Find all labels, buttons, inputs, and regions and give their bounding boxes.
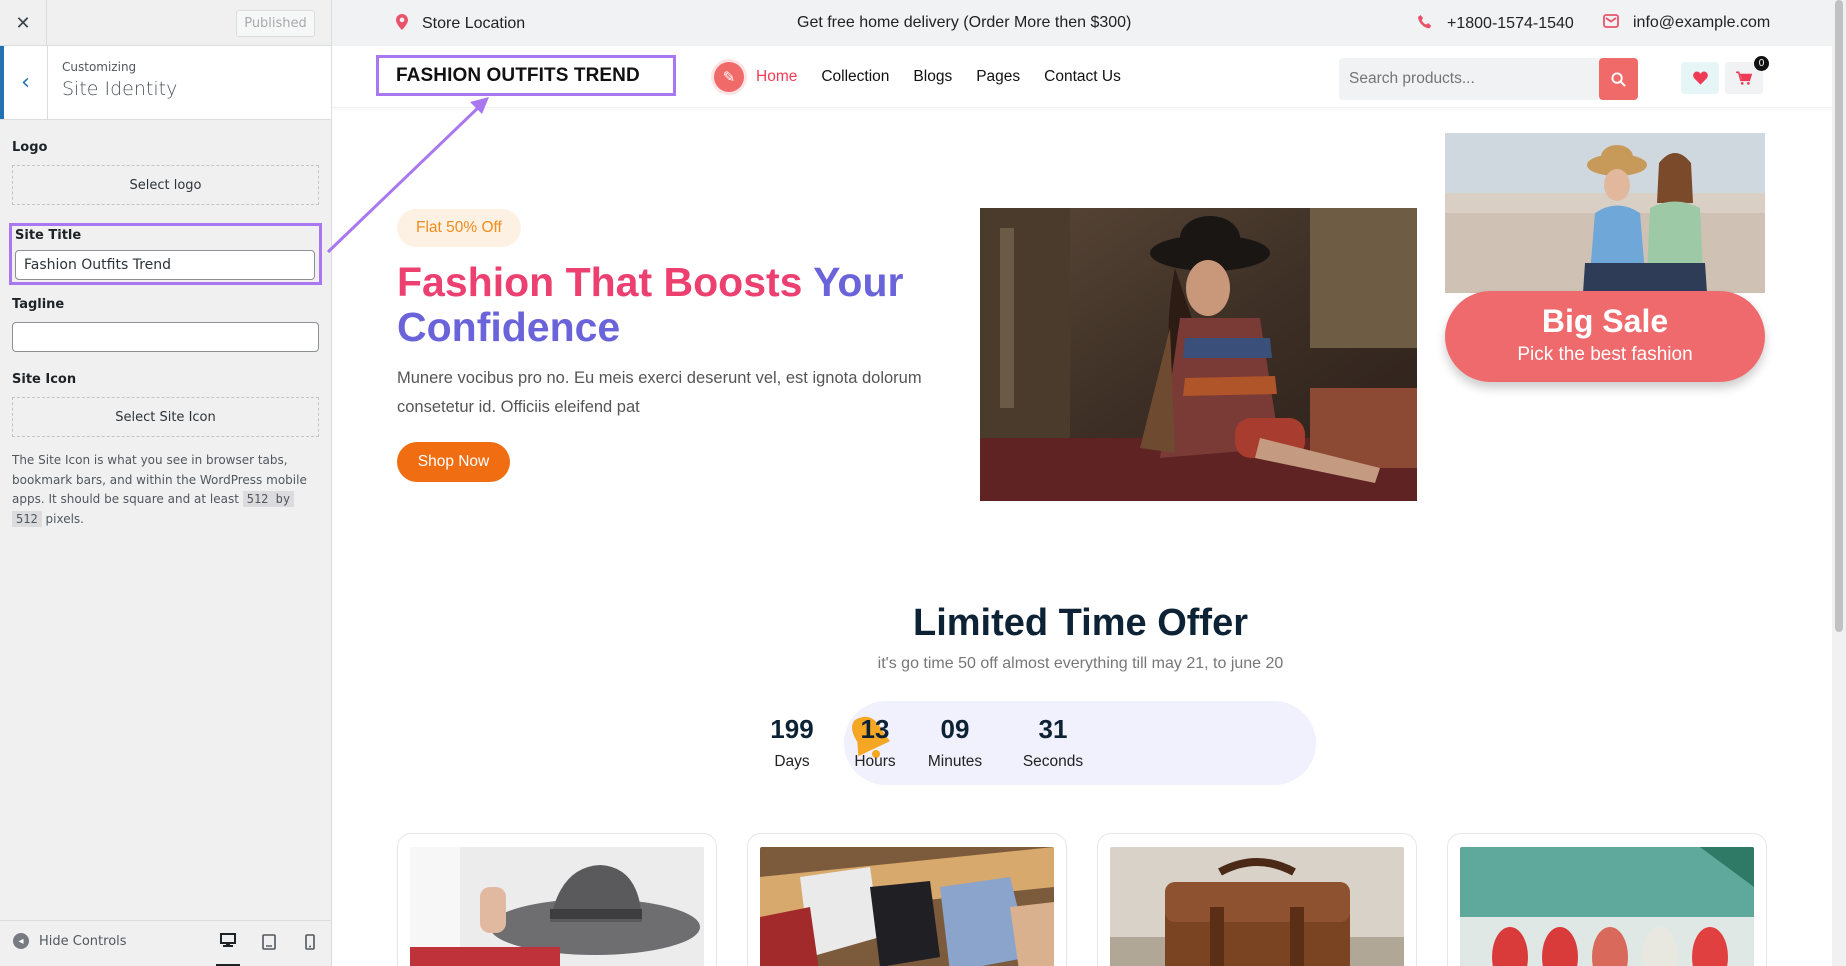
nav-contact[interactable]: Contact Us [1044,68,1121,86]
countdown-seconds-value: 31 [1038,714,1068,744]
site-title-input[interactable] [15,250,315,280]
close-icon[interactable]: ✕ [0,0,47,46]
top-bar: Store Location Get free home delivery (O… [332,0,1846,46]
big-sale-banner[interactable]: Big Sale Pick the best fashion [1445,291,1765,382]
pencil-edit-icon[interactable]: ✎ [714,62,744,92]
nav-blogs[interactable]: Blogs [913,68,952,86]
main-header: FASHION OUTFITS TREND ✎ Home Collection … [332,46,1846,108]
collapse-icon: ◂ [13,933,29,949]
cart-icon [1736,70,1752,85]
site-title-highlight: Site Title [9,223,322,285]
select-site-icon-button[interactable]: Select Site Icon [12,397,319,437]
scrollbar-thumb[interactable] [1835,0,1843,632]
site-icon-desc-code: 512 by [242,491,295,507]
section-title: Site Identity [62,78,178,100]
nav-pages[interactable]: Pages [976,68,1020,86]
product-image [1110,847,1404,966]
site-icon-label: Site Icon [12,372,77,387]
customizer-header: ✕ Published [0,0,331,46]
discount-badge: Flat 50% Off [397,209,521,247]
nav-home[interactable]: Home [756,68,797,86]
countdown-minutes-value: 09 [940,714,970,744]
hero-heading-pink: Fashion That Boosts [397,259,803,305]
countdown-seconds: 31 Seconds [1013,714,1093,771]
site-title-label: Site Title [15,228,82,243]
countdown-hours-label: Hours [854,753,896,770]
countdown-days: 199 Days [752,714,832,771]
countdown-hours-value: 13 [860,714,890,744]
nav-collection[interactable]: Collection [821,68,889,86]
countdown-minutes-label: Minutes [927,753,983,770]
store-location[interactable]: Store Location [396,14,525,34]
countdown-hours: 13 Hours [835,714,915,771]
product-card[interactable] [747,833,1067,966]
promo-text: Get free home delivery (Order More then … [797,14,1132,31]
sale-subtitle: Pick the best fashion [1517,344,1693,365]
hero-heading: Fashion That Boosts Your Confidence [397,260,917,350]
search-button[interactable] [1599,58,1638,100]
cart-count-badge: 0 [1754,56,1769,71]
select-logo-button[interactable]: Select logo [12,165,319,205]
site-icon-description: The Site Icon is what you see in browser… [12,451,319,529]
envelope-icon [1603,14,1619,32]
tagline-input[interactable] [12,322,319,352]
search-icon [1611,71,1626,87]
customizer-footer: ◂ Hide Controls [0,920,331,966]
hero-paragraph: Munere vocibus pro no. Eu meis exerci de… [397,369,922,416]
mobile-preview-icon[interactable] [298,931,322,953]
customizer-controls: Logo Select logo Site Title Tagline Site… [0,120,331,529]
screen: ✕ Published ‹ Customizing Site Identity … [0,0,1846,966]
countdown-seconds-label: Seconds [1022,753,1084,770]
tagline-label: Tagline [12,297,65,312]
phone-icon [1417,14,1433,34]
published-button[interactable]: Published [236,10,315,37]
site-icon-desc-text: pixels. [45,511,84,526]
product-card[interactable] [1097,833,1417,966]
phone-label: +1800-1574-1540 [1447,15,1574,32]
sale-title: Big Sale [1541,303,1669,339]
product-image [760,847,1054,966]
wishlist-button[interactable] [1681,62,1719,94]
hero-heading-purple: Confidence [397,304,621,350]
countdown-minutes: 09 Minutes [915,714,995,771]
product-image [410,847,704,966]
section-header: ‹ Customizing Site Identity [0,46,331,120]
desktop-preview-icon[interactable] [216,931,240,966]
hide-controls-label: Hide Controls [39,933,127,949]
search-input[interactable] [1339,58,1602,100]
map-pin-icon [396,14,408,34]
hide-controls-button[interactable]: ◂ Hide Controls [13,933,127,949]
site-title-logo[interactable]: FASHION OUTFITS TREND [376,55,676,96]
email-label: info@example.com [1633,14,1771,31]
breadcrumb: Customizing [62,60,137,74]
logo-label: Logo [12,140,48,155]
hero-image [980,208,1417,501]
product-card[interactable] [397,833,717,966]
tablet-preview-icon[interactable] [257,931,281,953]
countdown-days-label: Days [774,753,810,770]
preview-scrollbar[interactable] [1832,0,1846,966]
countdown-days-value: 199 [770,714,814,744]
hero-heading-purple: Your [813,259,904,305]
email[interactable]: info@example.com [1603,14,1770,32]
product-image [1460,847,1754,966]
store-location-label: Store Location [422,15,526,32]
product-card[interactable] [1447,833,1767,966]
offer-subtitle: it's go time 50 off almost everything ti… [877,655,1284,672]
offer-title: Limited Time Offer [912,602,1249,644]
sale-banner-image [1445,133,1765,293]
heart-icon [1692,71,1708,85]
site-icon-desc-code: 512 [12,510,42,527]
back-chevron-icon[interactable]: ‹ [0,46,48,119]
shop-now-button[interactable]: Shop Now [397,442,510,482]
phone[interactable]: +1800-1574-1540 [1417,14,1574,34]
site-preview: Store Location Get free home delivery (O… [332,0,1846,966]
customizer-panel: ✕ Published ‹ Customizing Site Identity … [0,0,332,966]
main-nav: Home Collection Blogs Pages Contact Us [756,68,1145,86]
